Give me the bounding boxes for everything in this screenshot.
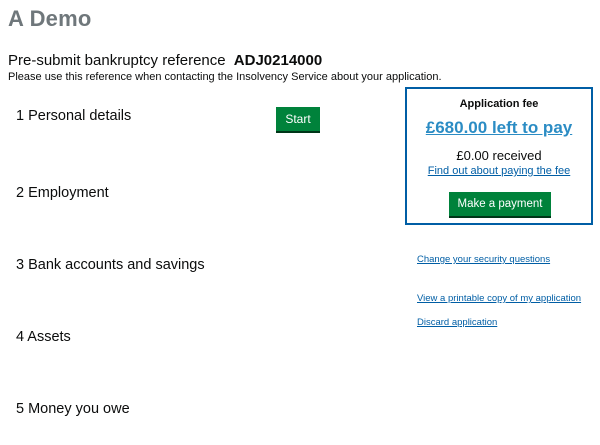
fee-received: £0.00 received bbox=[456, 148, 542, 163]
fee-info-link[interactable]: Find out about paying the fee bbox=[407, 165, 591, 177]
fee-amount-link[interactable]: £680.00 left to pay bbox=[407, 118, 591, 138]
printable-copy-link[interactable]: View a printable copy of my application bbox=[417, 293, 581, 304]
section-employment: 2 Employment bbox=[16, 185, 109, 201]
application-page: A Demo Pre-submit bankruptcy reference A… bbox=[0, 0, 600, 445]
reference-label: Pre-submit bankruptcy reference bbox=[8, 52, 226, 69]
section-money-you-owe: 5 Money you owe bbox=[16, 401, 130, 417]
reference-line: Pre-submit bankruptcy reference ADJ02140… bbox=[8, 52, 322, 69]
change-security-questions-link[interactable]: Change your security questions bbox=[417, 254, 550, 265]
start-button[interactable]: Start bbox=[276, 107, 320, 131]
page-title: A Demo bbox=[8, 6, 92, 31]
reference-note: Please use this reference when contactin… bbox=[8, 71, 442, 83]
reference-code: ADJ0214000 bbox=[233, 52, 323, 69]
section-personal-details: 1 Personal details bbox=[16, 108, 132, 124]
discard-application-link[interactable]: Discard application bbox=[417, 317, 497, 328]
application-fee-panel: Application fee £680.00 left to pay £0.0… bbox=[405, 87, 593, 225]
fee-heading: Application fee bbox=[459, 98, 539, 110]
make-payment-button[interactable]: Make a payment bbox=[449, 192, 551, 216]
section-bank-accounts: 3 Bank accounts and savings bbox=[16, 257, 205, 273]
section-assets: 4 Assets bbox=[16, 329, 71, 345]
